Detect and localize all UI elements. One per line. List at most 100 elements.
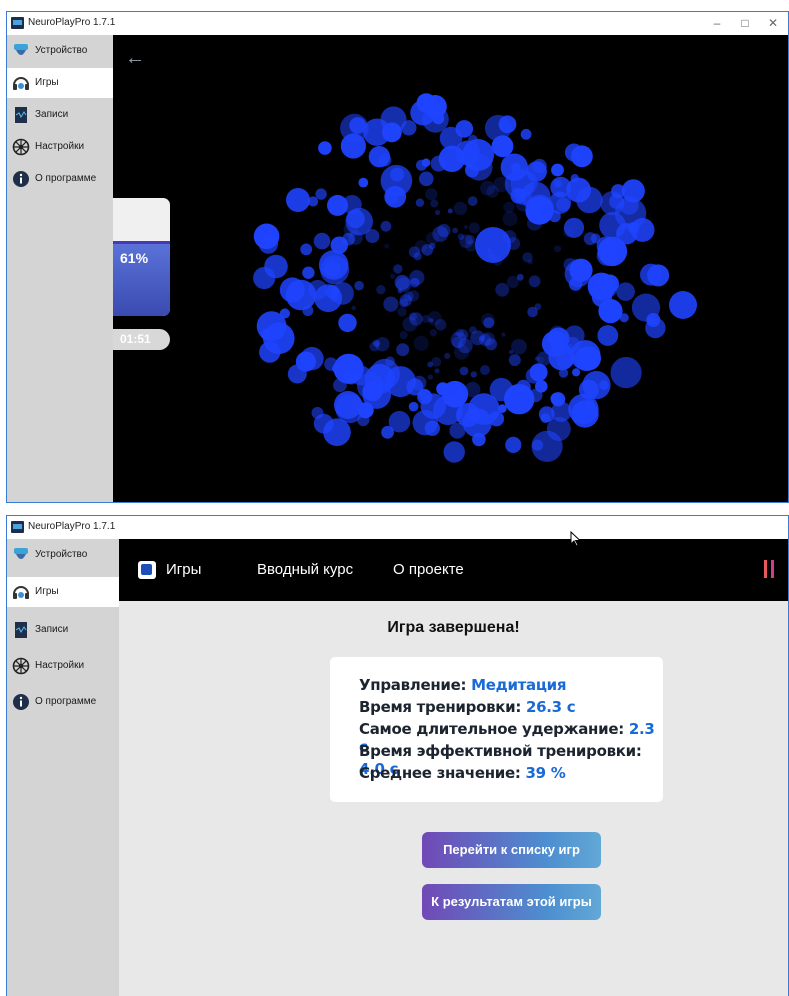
- particle: [550, 392, 562, 405]
- control-value: Медитация: [471, 676, 567, 694]
- close-icon[interactable]: ✕: [760, 14, 786, 32]
- sidebar-item-settings[interactable]: Настройки: [7, 651, 119, 685]
- particle: [408, 246, 420, 258]
- particle: [443, 441, 465, 463]
- particle: [465, 240, 477, 252]
- page-title: Игра завершена!: [387, 619, 520, 636]
- particle: [609, 193, 625, 209]
- window-title: NeuroPlayPro 1.7.1: [28, 17, 116, 28]
- tab-about-project[interactable]: О проекте: [393, 561, 464, 578]
- particle: [452, 227, 459, 234]
- sidebar-item-label: Игры: [35, 586, 59, 597]
- particle: [407, 290, 420, 302]
- go-to-games-list-button[interactable]: Перейти к списку игр: [422, 832, 601, 868]
- particle: [381, 425, 394, 439]
- particle: [346, 209, 365, 229]
- particle: [455, 328, 465, 338]
- title-bar: NeuroPlayPro 1.7.1: [7, 516, 788, 539]
- particle: [529, 363, 548, 382]
- sidebar-item-label: Устройство: [35, 45, 88, 56]
- particle: [485, 338, 498, 351]
- top-navigation: Игры Вводный курс О проекте: [119, 539, 788, 601]
- particle: [454, 344, 470, 360]
- particle: [616, 282, 635, 301]
- tab-intro-course[interactable]: Вводный курс: [257, 561, 353, 578]
- particle: [534, 303, 542, 311]
- particle: [453, 201, 468, 216]
- particle: [536, 351, 552, 366]
- particle: [413, 335, 429, 351]
- sidebar-item-games[interactable]: Игры: [7, 68, 113, 98]
- games-logo-icon: [138, 561, 156, 579]
- particle: [528, 275, 541, 288]
- particle: [329, 291, 340, 303]
- window-title: NeuroPlayPro 1.7.1: [28, 521, 116, 532]
- minimize-icon[interactable]: –: [704, 14, 730, 32]
- particle: [421, 314, 431, 323]
- particle: [394, 274, 410, 291]
- particle: [338, 313, 357, 333]
- sidebar-item-about[interactable]: О программе: [7, 164, 113, 194]
- particle: [480, 180, 495, 196]
- mouse-cursor-icon: [570, 531, 582, 547]
- particle: [475, 227, 511, 263]
- particle: [260, 328, 272, 340]
- particle: [510, 188, 527, 204]
- particle: [558, 368, 569, 378]
- particle: [396, 343, 410, 357]
- app-icon: [11, 521, 24, 533]
- particle: [498, 115, 517, 134]
- sidebar-item-label: Настройки: [35, 141, 85, 152]
- info-icon: [13, 171, 29, 187]
- particle: [447, 208, 453, 214]
- particle: [571, 145, 593, 168]
- particle: [375, 337, 390, 352]
- particle: [383, 296, 399, 312]
- particle: [286, 188, 310, 212]
- particle: [597, 325, 619, 346]
- particle: [302, 266, 315, 279]
- particle: [385, 356, 395, 367]
- results-window: NeuroPlayPro 1.7.1 Устройство Игры Запис…: [6, 515, 789, 996]
- particle: [599, 212, 626, 239]
- headset-icon: [13, 586, 29, 599]
- maximize-icon[interactable]: □: [732, 14, 758, 32]
- sidebar-item-records[interactable]: Записи: [7, 615, 119, 649]
- view-game-results-button[interactable]: К результатам этой игры: [422, 884, 601, 920]
- particle: [264, 254, 288, 279]
- particle: [470, 371, 477, 378]
- sidebar-item-about[interactable]: О программе: [7, 687, 119, 721]
- particle: [583, 232, 597, 246]
- sidebar-item-device[interactable]: Устройство: [7, 36, 113, 66]
- sidebar-item-records[interactable]: Записи: [7, 100, 113, 130]
- particle: [576, 186, 603, 214]
- sidebar: Устройство Игры Записи Настройки О прогр…: [7, 539, 119, 996]
- sidebar-item-games[interactable]: Игры: [7, 577, 119, 607]
- particle: [419, 171, 434, 187]
- particle: [430, 199, 439, 208]
- particle: [348, 230, 363, 245]
- particle: [480, 365, 490, 375]
- info-icon: [13, 694, 29, 710]
- device-icon: [14, 548, 28, 559]
- particle: [467, 196, 478, 207]
- particle: [365, 229, 380, 244]
- particle: [600, 274, 619, 293]
- particle: [529, 388, 543, 403]
- training-time-value: 26.3 с: [526, 698, 576, 716]
- sidebar-item-device[interactable]: Устройство: [7, 540, 119, 574]
- pause-icon[interactable]: [764, 560, 776, 578]
- particle: [425, 188, 438, 201]
- sidebar-item-label: Игры: [35, 77, 59, 88]
- particle: [511, 338, 527, 355]
- sidebar-item-settings[interactable]: Настройки: [7, 132, 113, 162]
- particle: [582, 371, 611, 400]
- particle: [556, 197, 570, 212]
- particle: [459, 366, 469, 376]
- particle: [551, 163, 564, 177]
- particle: [508, 354, 521, 367]
- tab-games[interactable]: Игры: [166, 561, 201, 578]
- particle: [432, 112, 445, 125]
- particle: [390, 167, 405, 182]
- particle: [334, 391, 362, 419]
